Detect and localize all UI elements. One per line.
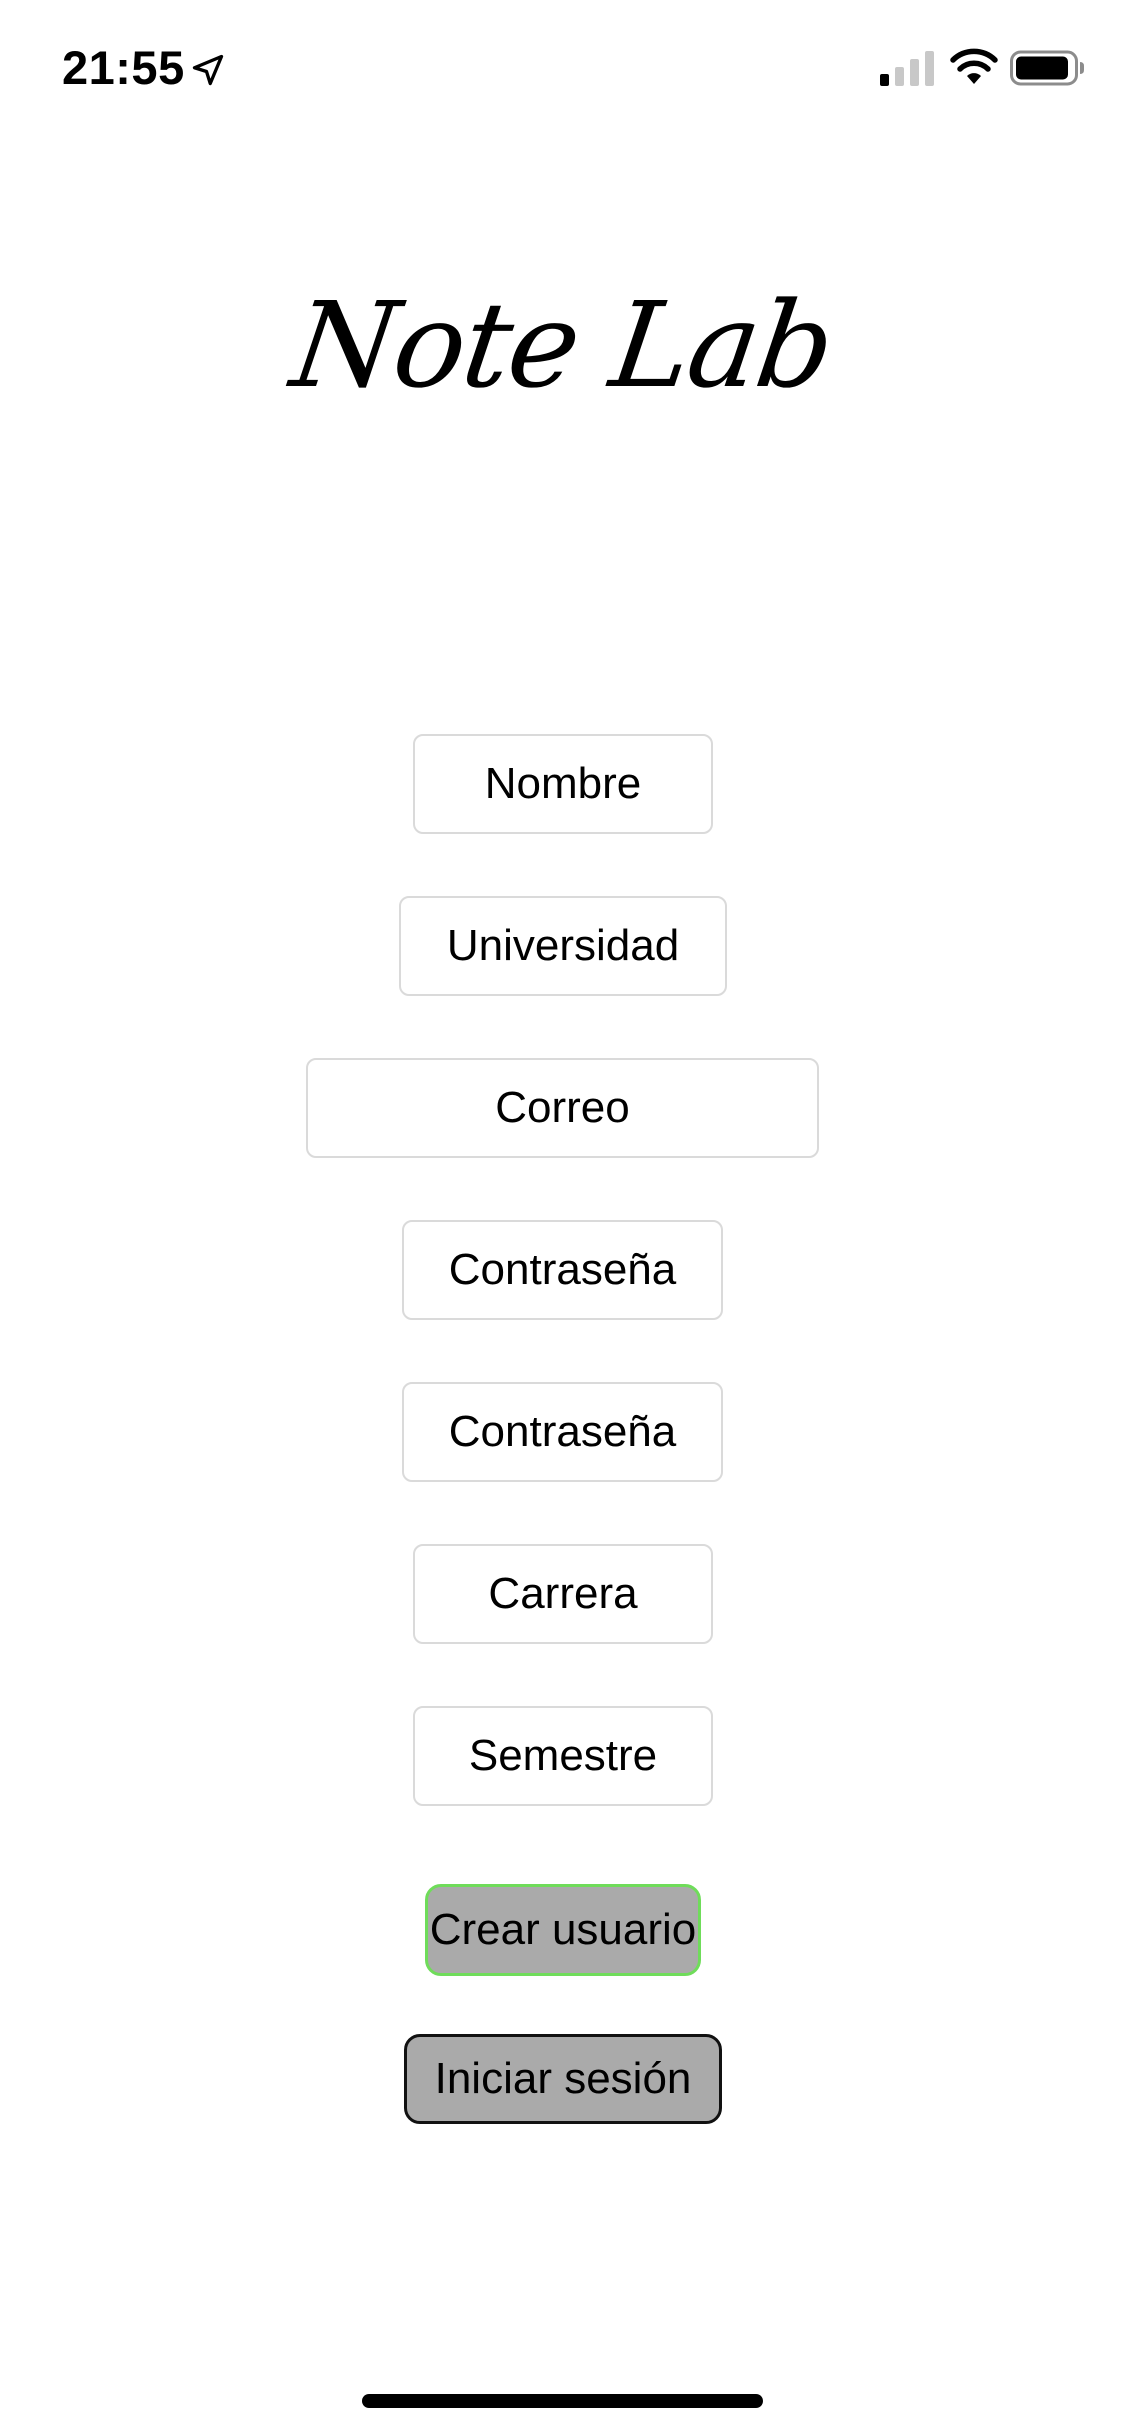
cellular-signal-icon [880,51,934,86]
universidad-field[interactable] [399,896,727,996]
confirm-password-field[interactable] [402,1382,723,1482]
status-time: 21:55 [62,41,185,94]
status-bar: 21:55 [0,0,1125,140]
password-field[interactable] [402,1220,723,1320]
battery-icon [1010,50,1084,86]
nombre-field[interactable] [413,734,713,834]
wifi-icon [950,48,998,84]
semestre-field[interactable] [413,1706,713,1806]
correo-field[interactable] [306,1058,819,1158]
sign-in-button[interactable]: Iniciar sesión [404,2034,722,2124]
create-user-button[interactable]: Crear usuario [425,1884,701,1976]
app-logo: Note Lab [284,276,841,414]
location-arrow-icon [192,54,224,86]
carrera-field[interactable] [413,1544,713,1644]
home-indicator[interactable] [362,2394,763,2408]
